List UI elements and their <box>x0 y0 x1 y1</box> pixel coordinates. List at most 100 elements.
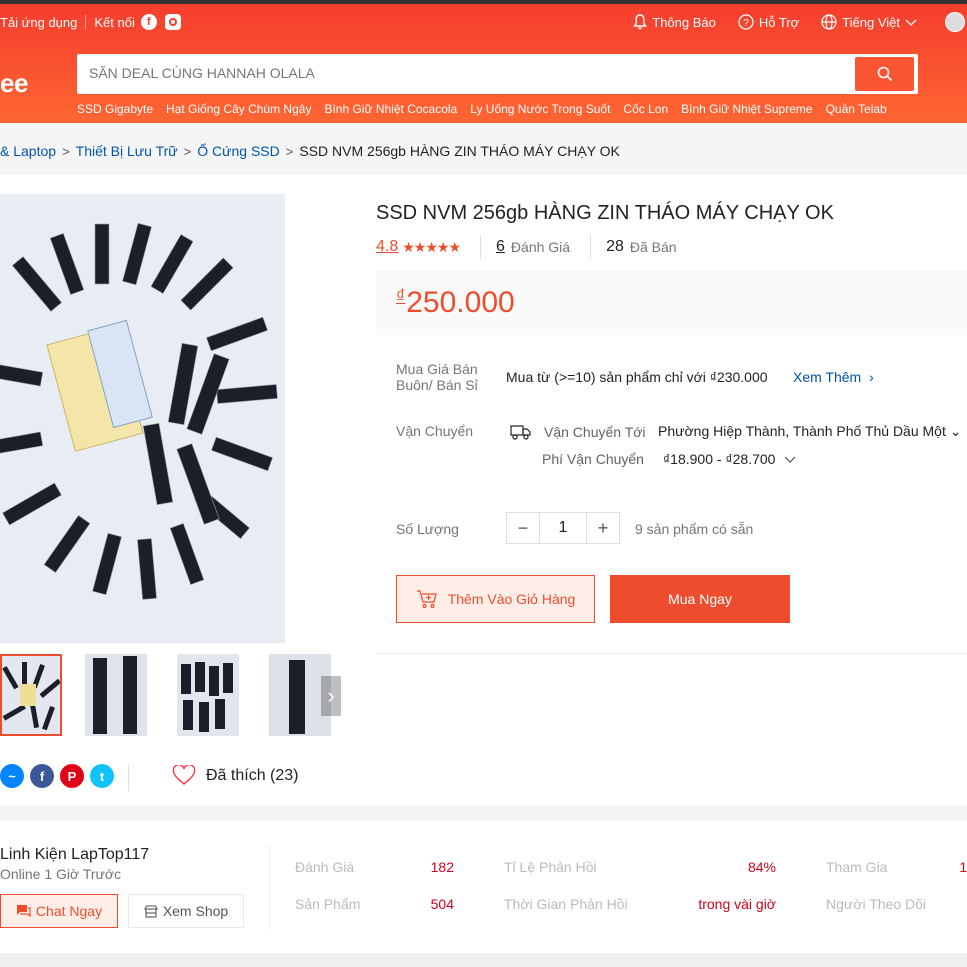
pinterest-icon[interactable]: P <box>60 764 84 788</box>
like-button[interactable]: Đã thích (23) <box>172 765 298 786</box>
chevron-down-icon: ⌄ <box>949 423 962 439</box>
logo[interactable]: ee <box>0 68 28 99</box>
buy-now-button[interactable]: Mua Ngay <box>610 575 790 623</box>
breadcrumb-current: SSD NVM 256gb HÀNG ZIN THÁO MÁY CHẠY OK <box>299 143 620 159</box>
rating-stars: ★★★★★ <box>402 238 461 255</box>
stat-value: 84% <box>747 859 776 875</box>
shipping-fee-label: Phí Vận Chuyển <box>542 451 644 467</box>
thumbnail[interactable] <box>85 654 147 736</box>
chat-now-button[interactable]: Chat Ngay <box>0 894 118 928</box>
breadcrumb-link[interactable]: Thiết Bị Lưu Trữ <box>76 143 178 159</box>
cart-icon <box>416 590 437 609</box>
chevron-right-icon: > <box>285 143 294 159</box>
keyword-link[interactable]: SSD Gigabyte <box>77 102 153 116</box>
instagram-icon[interactable] <box>164 14 181 30</box>
quantity-increase-button[interactable]: + <box>587 513 619 543</box>
breadcrumb-link[interactable]: Ổ Cứng SSD <box>197 143 280 159</box>
notifications-link[interactable]: Thông Báo <box>633 14 716 30</box>
keyword-link[interactable]: Bình Giữ Nhiệt Cocacola <box>324 102 457 116</box>
product-main-image[interactable] <box>0 194 285 643</box>
chevron-right-icon: > <box>62 143 70 159</box>
keyword-link[interactable]: Ly Uống Nước Trong Suốt <box>470 102 610 116</box>
currency-symbol: ₫ <box>396 286 406 306</box>
price: ₫250.000 <box>396 286 515 320</box>
search-keywords: SSD Gigabyte Hạt Giống Cây Chùm Ngây Bìn… <box>77 102 900 116</box>
quantity-decrease-button[interactable]: − <box>507 513 539 543</box>
language-label: Tiếng Việt <box>842 14 900 30</box>
shipping-fee-row: Phí Vận Chuyển ₫18.900 - ₫28.700 <box>542 451 797 467</box>
breadcrumb-link[interactable]: & Laptop <box>0 143 56 159</box>
shipping-fee-selector[interactable]: ₫18.900 - ₫28.700 <box>663 451 797 467</box>
view-shop-label: Xem Shop <box>162 903 229 919</box>
quantity-stepper: − 1 + <box>506 512 620 544</box>
stat-label: Tham Gia <box>826 859 888 875</box>
support-label: Hỗ Trợ <box>758 14 800 30</box>
bell-icon <box>633 14 648 30</box>
stat-label: Đánh Giá <box>295 859 355 875</box>
thumbnail[interactable] <box>177 654 239 736</box>
stat-label: Thời Gian Phản Hồi <box>504 896 628 912</box>
keyword-link[interactable]: Quần Telab <box>826 102 887 116</box>
sold-label: Đã Bán <box>629 239 677 255</box>
support-link[interactable]: ? Hỗ Trợ <box>738 14 799 30</box>
chevron-right-icon: > <box>183 143 192 159</box>
price-box: ₫250.000 <box>376 270 967 335</box>
twitter-icon[interactable]: t <box>90 764 114 788</box>
nav-separator <box>85 15 87 29</box>
thumbnail-next-button[interactable]: › <box>321 676 341 716</box>
ship-to-value: Phường Hiệp Thành, Thành Phố Thủ Dầu Một <box>658 423 946 439</box>
keyword-link[interactable]: Bình Giữ Nhiệt Supreme <box>681 102 812 116</box>
top-nav-left: Tải ứng dụng Kết nối f <box>0 14 181 30</box>
connect-label: Kết nối <box>94 14 135 30</box>
search-bar <box>77 54 918 94</box>
quantity-input[interactable]: 1 <box>539 513 587 543</box>
avatar[interactable] <box>945 12 965 32</box>
facebook-icon[interactable]: f <box>140 14 157 30</box>
divider <box>376 653 967 654</box>
truck-icon <box>510 424 531 440</box>
search-input[interactable] <box>89 65 789 81</box>
language-selector[interactable]: Tiếng Việt <box>821 14 923 30</box>
keyword-link[interactable]: Hạt Giống Cây Chùm Ngây <box>166 102 311 116</box>
thumbnail[interactable] <box>0 654 62 736</box>
shipping-fee-value: ₫18.900 - ₫28.700 <box>663 451 776 467</box>
stat-value: 504 <box>430 896 454 912</box>
stat-value: 182 <box>430 859 454 875</box>
add-to-cart-button[interactable]: Thêm Vào Giỏ Hàng <box>396 575 595 623</box>
page-bottom-band <box>0 953 967 967</box>
svg-text:?: ? <box>743 18 749 29</box>
app-download-link[interactable]: Tải ứng dụng <box>0 15 77 30</box>
divider <box>480 235 482 259</box>
ship-to-row: Vận Chuyển Tới Phường Hiệp Thành, Thành … <box>510 423 961 440</box>
notifications-label: Thông Báo <box>652 14 716 30</box>
ship-to-selector[interactable]: Phường Hiệp Thành, Thành Phố Thủ Dầu Một… <box>658 423 961 440</box>
shop-name[interactable]: Linh Kiện LapTop117 <box>0 846 149 864</box>
heart-icon <box>172 765 196 785</box>
chevron-down-icon <box>784 456 796 463</box>
divider <box>128 765 129 791</box>
stat-label: Tỉ Lệ Phản Hồi <box>504 859 597 875</box>
stat-label: Người Theo Dõi <box>826 896 927 912</box>
chevron-right-icon: › <box>869 369 874 385</box>
breadcrumb: & Laptop > Thiết Bị Lưu Trữ > Ổ Cứng SSD… <box>0 143 620 159</box>
chevron-down-icon <box>905 19 917 26</box>
review-label: Đánh Giá <box>510 239 571 255</box>
view-shop-button[interactable]: Xem Shop <box>128 894 244 928</box>
review-count[interactable]: 6 <box>496 238 505 256</box>
divider <box>590 235 592 259</box>
shop-section: Linh Kiện LapTop117 Online 1 Giờ Trước C… <box>0 821 967 953</box>
stock-text: 9 sản phẩm có sẵn <box>635 521 754 537</box>
product-title: SSD NVM 256gb HÀNG ZIN THÁO MÁY CHẠY OK <box>376 202 834 224</box>
product-card: › ~ f P t Đã thích (23) SSD NVM 256gb HÀ… <box>0 175 967 805</box>
messenger-icon[interactable]: ~ <box>0 764 24 788</box>
wholesale-more-link[interactable]: Xem Thêm › <box>793 369 874 385</box>
globe-icon <box>821 14 837 30</box>
chat-now-label: Chat Ngay <box>35 903 103 919</box>
keyword-link[interactable]: Cốc Lon <box>623 102 668 116</box>
stat-value: 14 <box>959 859 967 875</box>
rating-score[interactable]: 4.8 <box>376 238 398 256</box>
sold-count: 28 <box>606 238 624 255</box>
shop-online-status: Online 1 Giờ Trước <box>0 866 122 882</box>
facebook-icon[interactable]: f <box>30 764 54 788</box>
search-button[interactable] <box>855 57 914 91</box>
